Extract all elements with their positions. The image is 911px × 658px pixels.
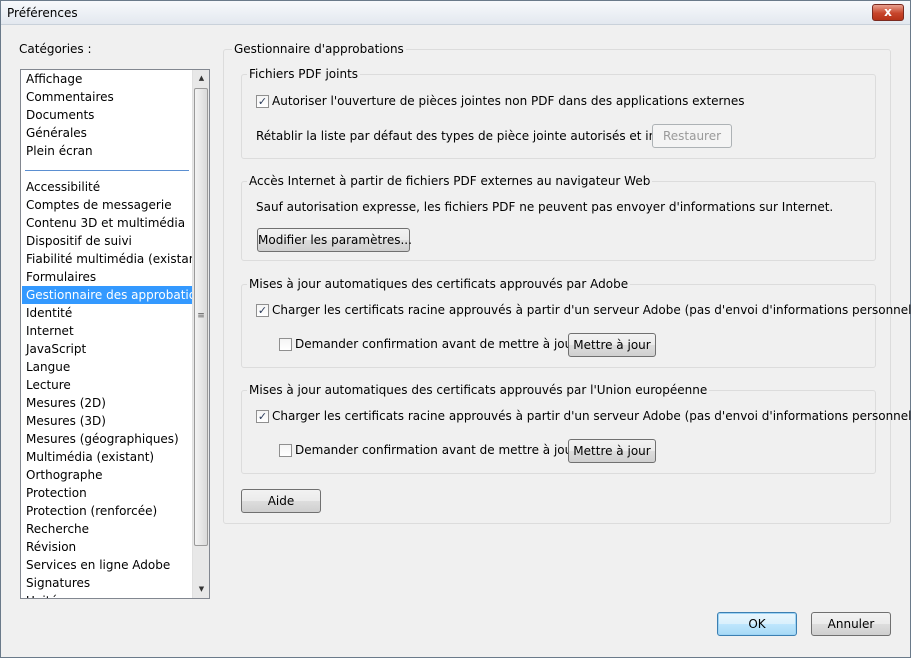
scroll-down-arrow-icon[interactable]: ▼ <box>193 581 209 598</box>
eu-load-certs-checkbox[interactable]: ✓ <box>256 410 269 423</box>
adobe-confirm-update-checkbox[interactable] <box>279 338 292 351</box>
category-item[interactable]: Accessibilité <box>22 178 193 196</box>
category-item[interactable]: Multimédia (existant) <box>22 448 193 466</box>
category-item[interactable]: Comptes de messagerie <box>22 196 193 214</box>
scroll-up-arrow-icon[interactable]: ▲ <box>193 70 209 87</box>
check-mark-icon: ✓ <box>257 410 268 423</box>
category-item[interactable]: Recherche <box>22 520 193 538</box>
internet-access-title: Accès Internet à partir de fichiers PDF … <box>247 174 653 188</box>
category-item[interactable]: Contenu 3D et multimédia <box>22 214 193 232</box>
categories-list[interactable]: Affichage Commentaires Documents Générales P… <box>20 69 210 599</box>
allow-attachments-checkbox[interactable]: ✓ <box>256 95 269 108</box>
allow-attachments-label: Autoriser l'ouverture de pièces jointes … <box>272 94 745 108</box>
category-item[interactable]: Affichage <box>22 70 193 88</box>
grip-icon: ≡ <box>197 311 205 321</box>
category-item[interactable]: Protection <box>22 484 193 502</box>
category-item[interactable]: Lecture <box>22 376 193 394</box>
category-item[interactable]: Gestionnaire des approbations <box>22 286 193 304</box>
adobe-load-certs-label: Charger les certificats racine approuvés… <box>272 303 911 317</box>
category-item[interactable]: Formulaires <box>22 268 193 286</box>
panel-title: Gestionnaire d'approbations <box>232 42 406 56</box>
categories-scrollbar[interactable]: ▲ ≡ ▼ <box>192 70 209 598</box>
eu-load-certs-label: Charger les certificats racine approuvés… <box>272 409 911 423</box>
eu-confirm-update-label: Demander confirmation avant de mettre à … <box>295 443 578 457</box>
category-item[interactable]: Mesures (2D) <box>22 394 193 412</box>
check-mark-icon: ✓ <box>257 95 268 108</box>
category-item[interactable]: Protection (renforcée) <box>22 502 193 520</box>
category-item[interactable]: Plein écran <box>22 142 193 160</box>
categories-label: Catégories : <box>19 42 92 56</box>
eu-update-button[interactable]: Mettre à jour <box>568 439 656 463</box>
restore-button[interactable]: Restaurer <box>652 124 732 148</box>
adobe-load-certs-checkbox[interactable]: ✓ <box>256 304 269 317</box>
ok-button[interactable]: OK <box>717 612 797 636</box>
category-item[interactable]: Fiabilité multimédia (existant) <box>22 250 193 268</box>
preferences-dialog: Préférences x Catégories : Affichage Comm… <box>0 0 911 658</box>
adobe-confirm-update-label: Demander confirmation avant de mettre à … <box>295 337 578 351</box>
category-item[interactable]: Langue <box>22 358 193 376</box>
category-item[interactable]: JavaScript <box>22 340 193 358</box>
category-item[interactable]: Révision <box>22 538 193 556</box>
eu-confirm-update-checkbox[interactable] <box>279 444 292 457</box>
close-button[interactable]: x <box>872 4 904 21</box>
categories-separator <box>25 170 189 171</box>
category-item[interactable]: Identité <box>22 304 193 322</box>
category-item[interactable]: Internet <box>22 322 193 340</box>
category-item[interactable]: Mesures (géographiques) <box>22 430 193 448</box>
cancel-button[interactable]: Annuler <box>811 612 891 636</box>
eu-certificates-title: Mises à jour automatiques des certificat… <box>247 383 710 397</box>
category-item[interactable]: Mesures (3D) <box>22 412 193 430</box>
category-item[interactable]: Dispositif de suivi <box>22 232 193 250</box>
check-mark-icon: ✓ <box>257 304 268 317</box>
internet-access-description: Sauf autorisation expresse, les fichiers… <box>256 200 834 214</box>
category-item[interactable]: Services en ligne Adobe <box>22 556 193 574</box>
category-item[interactable]: Générales <box>22 124 193 142</box>
category-item[interactable]: Commentaires <box>22 88 193 106</box>
category-item[interactable]: Orthographe <box>22 466 193 484</box>
eu-certificates-group <box>241 390 876 474</box>
category-item[interactable]: Documents <box>22 106 193 124</box>
pdf-attachments-title: Fichiers PDF joints <box>247 67 361 81</box>
scroll-thumb[interactable]: ≡ <box>194 88 208 546</box>
category-item[interactable]: Signatures <box>22 574 193 592</box>
adobe-certificates-title: Mises à jour automatiques des certificat… <box>247 277 631 291</box>
change-settings-button[interactable]: Modifier les paramètres... <box>257 228 412 252</box>
pdf-attachments-group <box>241 74 876 159</box>
category-item[interactable]: Unités <box>22 592 193 598</box>
title-bar: Préférences x <box>1 1 910 25</box>
restore-list-label: Rétablir la liste par défaut des types d… <box>256 129 703 143</box>
adobe-update-button[interactable]: Mettre à jour <box>568 333 656 357</box>
window-title: Préférences <box>7 6 78 20</box>
adobe-certificates-group <box>241 284 876 368</box>
help-button[interactable]: Aide <box>241 489 321 513</box>
